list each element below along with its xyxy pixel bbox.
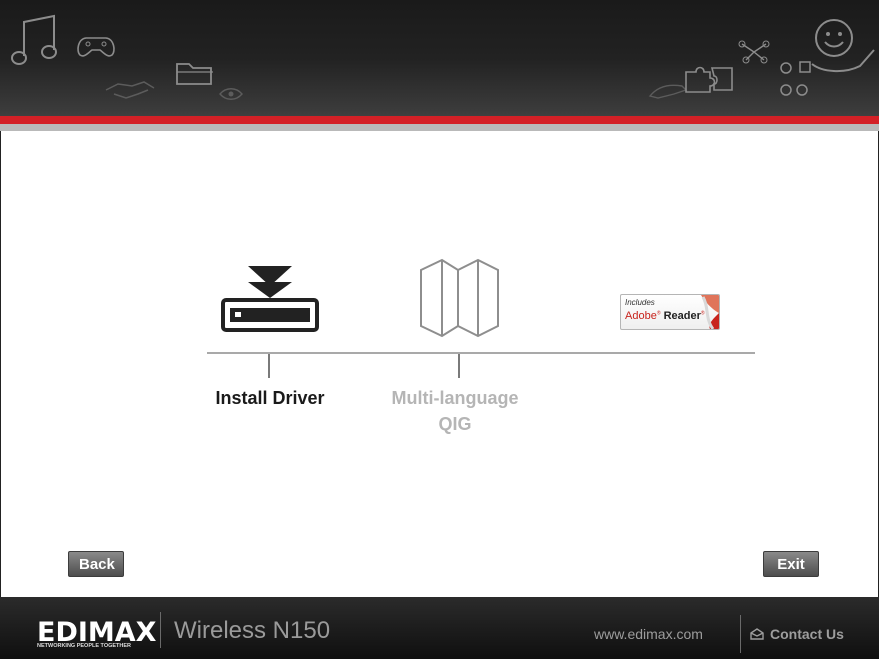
music-note-icon (11, 14, 57, 65)
hand-icon (648, 84, 688, 99)
game-controller-icon (77, 37, 115, 57)
timeline-tick-qig (458, 354, 460, 378)
adobe-includes-label: Includes (625, 298, 655, 307)
install-driver-icon (221, 266, 319, 332)
handshake-icon (105, 81, 155, 99)
footer-divider (160, 612, 161, 648)
eye-icon (219, 88, 243, 100)
map-icon (420, 258, 499, 338)
header-banner (0, 0, 879, 130)
folder-icon (176, 63, 213, 85)
exit-button[interactable]: Exit (763, 551, 819, 577)
website-link[interactable]: www.edimax.com (594, 626, 703, 642)
adobe-reader-badge[interactable]: Includes Adobe® Reader® (620, 294, 720, 330)
smiley-hand-icon (811, 19, 875, 72)
qig-label-line1: Multi-language (391, 388, 519, 408)
envelope-icon (750, 628, 764, 640)
product-name: Wireless N150 (174, 617, 331, 644)
logo-tagline: NETWORKING PEOPLE TOGETHER (37, 643, 132, 649)
install-driver-button[interactable] (220, 264, 320, 334)
header-accent-bar (0, 116, 879, 124)
footer-divider-2 (740, 615, 741, 653)
multi-language-qig-label[interactable]: Multi-language QIG (370, 385, 540, 437)
header-divider (0, 124, 879, 131)
contact-us-label: Contact Us (770, 626, 844, 642)
puzzle-icon (685, 66, 733, 93)
multi-language-qig-button[interactable] (418, 258, 500, 338)
timeline-line (207, 352, 755, 354)
timeline-tick-driver (268, 354, 270, 378)
back-button[interactable]: Back (68, 551, 124, 577)
qig-label-line2: QIG (438, 414, 472, 434)
edimax-logo: EDIMAX NETWORKING PEOPLE TOGETHER (37, 617, 156, 649)
install-driver-label[interactable]: Install Driver (190, 385, 350, 411)
adobe-reader-icon (701, 295, 719, 329)
contact-us-link[interactable]: Contact Us (750, 626, 844, 642)
molecule-icon (738, 40, 770, 64)
